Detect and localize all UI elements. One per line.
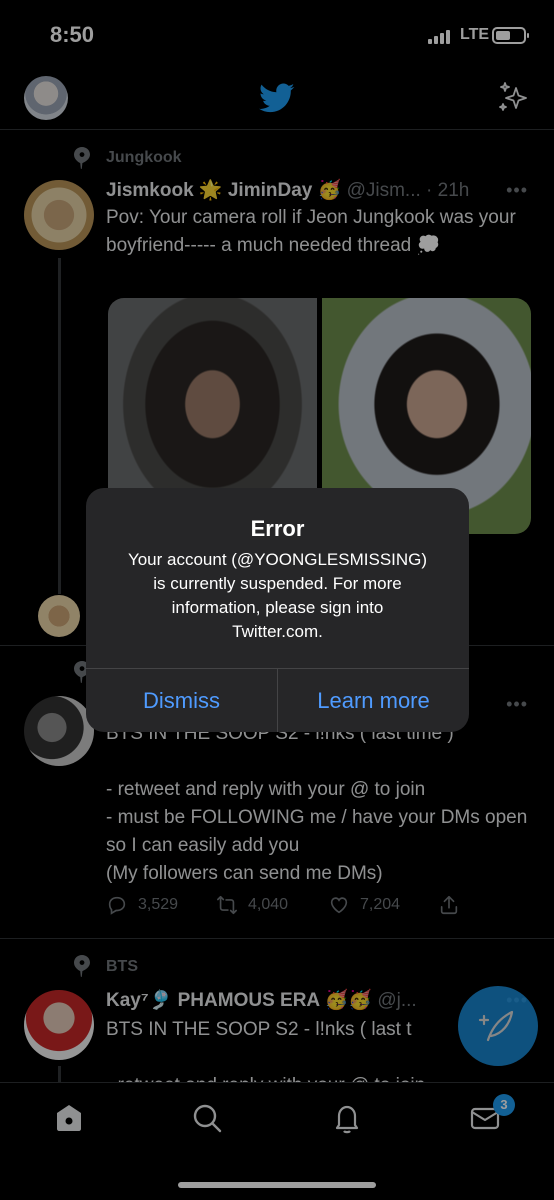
alert-title: Error: [250, 516, 305, 541]
error-alert: Error Your account (@YOONGLESMISSING) is…: [86, 488, 469, 732]
alert-message: Your account (@YOONGLESMISSING) is curre…: [127, 550, 428, 641]
dismiss-button[interactable]: Dismiss: [86, 669, 277, 732]
learn-more-button[interactable]: Learn more: [278, 669, 469, 732]
